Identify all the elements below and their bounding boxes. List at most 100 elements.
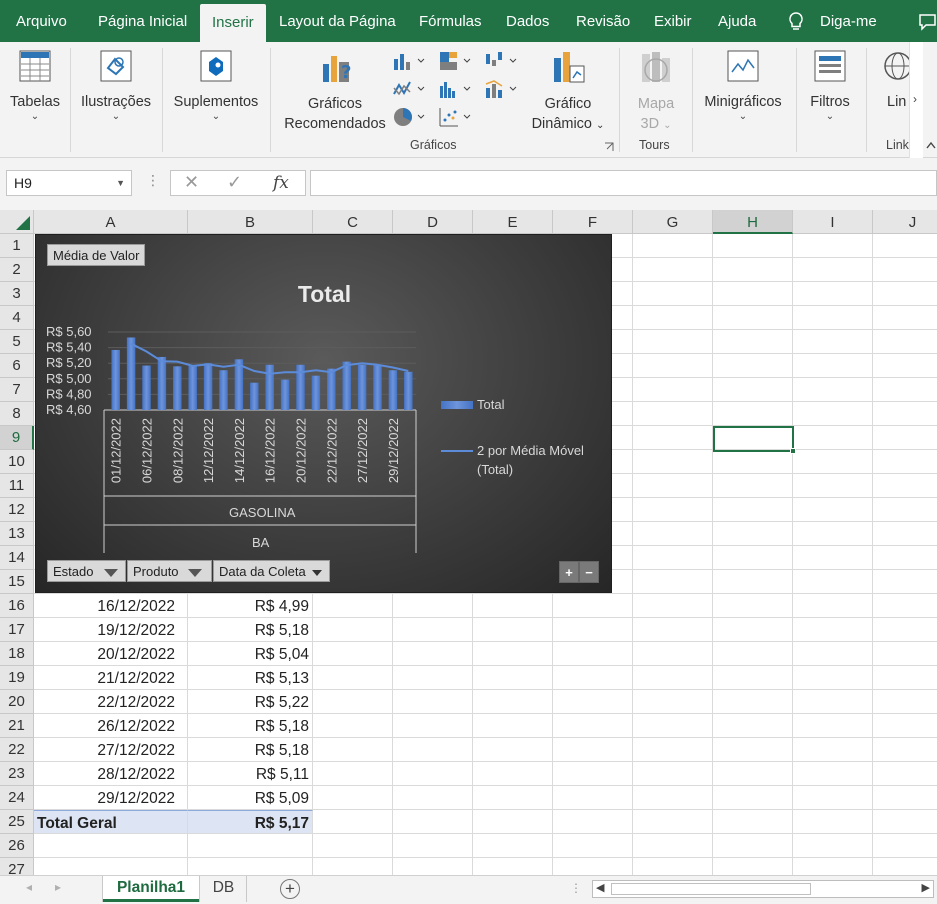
- row-header-1[interactable]: 1: [0, 234, 34, 258]
- row-header-23[interactable]: 23: [0, 762, 34, 786]
- horizontal-scrollbar[interactable]: ◀ ▶: [592, 880, 934, 898]
- row-header-27[interactable]: 27: [0, 858, 34, 875]
- tab-pagina-inicial[interactable]: Página Inicial: [98, 0, 187, 42]
- dialog-launcher-icon[interactable]: [604, 142, 614, 152]
- cell-value[interactable]: R$ 5,04: [188, 642, 313, 666]
- minigraficos-button[interactable]: Minigráficos ⌄: [700, 48, 786, 122]
- cell-date[interactable]: 27/12/2022: [34, 738, 188, 762]
- column-header-a[interactable]: A: [34, 210, 188, 234]
- total-label-cell[interactable]: Total Geral: [34, 810, 188, 834]
- cancel-icon[interactable]: ✕: [184, 172, 199, 193]
- ilustracoes-button[interactable]: Ilustrações ⌄: [78, 48, 154, 122]
- waterfall-chart-icon[interactable]: [484, 50, 518, 72]
- row-header-4[interactable]: 4: [0, 306, 34, 330]
- column-header-f[interactable]: F: [553, 210, 633, 234]
- column-header-e[interactable]: E: [473, 210, 553, 234]
- cell-value[interactable]: R$ 5,18: [188, 738, 313, 762]
- tell-me-search[interactable]: Diga-me: [820, 0, 877, 42]
- drag-handle-icon[interactable]: ⋮: [146, 172, 160, 189]
- hierarchy-chart-icon[interactable]: [438, 50, 472, 72]
- row-header-26[interactable]: 26: [0, 834, 34, 858]
- total-value-cell[interactable]: R$ 5,17: [188, 810, 313, 834]
- pie-chart-icon[interactable]: [392, 106, 426, 128]
- sheet-tab-db[interactable]: DB: [201, 876, 247, 902]
- column-header-c[interactable]: C: [313, 210, 393, 234]
- row-header-20[interactable]: 20: [0, 690, 34, 714]
- tab-exibir[interactable]: Exibir: [654, 0, 692, 42]
- cell-date[interactable]: 29/12/2022: [34, 786, 188, 810]
- graficos-recomendados-button[interactable]: ? Gráficos Recomendados: [280, 50, 390, 134]
- sheet-tab-planilha1[interactable]: Planilha1: [103, 876, 199, 902]
- row-header-14[interactable]: 14: [0, 546, 34, 570]
- column-header-b[interactable]: B: [188, 210, 313, 234]
- filter-estado-button[interactable]: Estado: [47, 560, 126, 582]
- collapse-ribbon-icon[interactable]: [926, 140, 937, 150]
- scroll-left-icon[interactable]: ◂: [26, 880, 32, 894]
- cell-value[interactable]: R$ 5,18: [188, 714, 313, 738]
- tab-formulas[interactable]: Fórmulas: [419, 0, 482, 42]
- cell-value[interactable]: R$ 5,11: [188, 762, 313, 786]
- mapa-3d-button[interactable]: Mapa 3D ⌄: [628, 50, 684, 136]
- name-box[interactable]: H9 ▼: [6, 170, 132, 196]
- row-header-17[interactable]: 17: [0, 618, 34, 642]
- cell-date[interactable]: 28/12/2022: [34, 762, 188, 786]
- line-chart-icon[interactable]: [392, 78, 426, 100]
- pivot-chart[interactable]: Média de Valor Total R$ 5,60 R$ 5,40 R$ 5,…: [35, 234, 612, 593]
- tab-inserir[interactable]: Inserir: [200, 4, 266, 42]
- column-chart-icon[interactable]: [392, 50, 426, 72]
- row-header-5[interactable]: 5: [0, 330, 34, 354]
- tab-layout-da-pagina[interactable]: Layout da Página: [279, 0, 396, 42]
- cell-date[interactable]: 20/12/2022: [34, 642, 188, 666]
- fill-handle[interactable]: [790, 448, 796, 454]
- comments-icon[interactable]: [918, 13, 937, 31]
- filtros-button[interactable]: Filtros ⌄: [804, 48, 856, 122]
- statistic-chart-icon[interactable]: [438, 78, 472, 100]
- row-header-10[interactable]: 10: [0, 450, 34, 474]
- row-header-21[interactable]: 21: [0, 714, 34, 738]
- row-header-24[interactable]: 24: [0, 786, 34, 810]
- column-header-h[interactable]: H: [713, 210, 793, 234]
- row-header-7[interactable]: 7: [0, 378, 34, 402]
- tab-dados[interactable]: Dados: [506, 0, 549, 42]
- select-all-corner[interactable]: [0, 210, 34, 234]
- active-cell-h9[interactable]: [713, 426, 796, 454]
- row-header-8[interactable]: 8: [0, 402, 34, 426]
- row-header-16[interactable]: 16: [0, 594, 34, 618]
- scrollbar-thumb[interactable]: [611, 883, 811, 895]
- check-icon[interactable]: ✓: [227, 172, 242, 193]
- column-header-j[interactable]: J: [873, 210, 937, 234]
- filter-data-coleta-button[interactable]: Data da Coleta: [213, 560, 330, 582]
- cell-date[interactable]: 16/12/2022: [34, 594, 188, 618]
- tab-revisao[interactable]: Revisão: [576, 0, 630, 42]
- cell-date[interactable]: 19/12/2022: [34, 618, 188, 642]
- row-header-3[interactable]: 3: [0, 282, 34, 306]
- row-header-15[interactable]: 15: [0, 570, 34, 594]
- row-header-6[interactable]: 6: [0, 354, 34, 378]
- combo-chart-icon[interactable]: [484, 78, 518, 100]
- grafico-dinamico-button[interactable]: Gráfico Dinâmico ⌄: [524, 50, 612, 136]
- row-header-2[interactable]: 2: [0, 258, 34, 282]
- row-header-18[interactable]: 18: [0, 642, 34, 666]
- column-header-i[interactable]: I: [793, 210, 873, 234]
- tab-ajuda[interactable]: Ajuda: [718, 0, 756, 42]
- column-header-d[interactable]: D: [393, 210, 473, 234]
- cell-date[interactable]: 21/12/2022: [34, 666, 188, 690]
- expand-field-button[interactable]: +: [559, 561, 579, 583]
- formula-input[interactable]: [310, 170, 937, 196]
- ribbon-scroll-right[interactable]: ›: [909, 42, 923, 158]
- row-header-12[interactable]: 12: [0, 498, 34, 522]
- row-header-11[interactable]: 11: [0, 474, 34, 498]
- split-handle-icon[interactable]: ⋮: [570, 881, 582, 895]
- row-header-22[interactable]: 22: [0, 738, 34, 762]
- collapse-field-button[interactable]: −: [579, 561, 599, 583]
- scroll-left-arrow-icon[interactable]: ◀: [596, 881, 604, 894]
- cell-date[interactable]: 26/12/2022: [34, 714, 188, 738]
- row-header-19[interactable]: 19: [0, 666, 34, 690]
- column-header-g[interactable]: G: [633, 210, 713, 234]
- row-header-13[interactable]: 13: [0, 522, 34, 546]
- add-sheet-button[interactable]: +: [280, 879, 300, 899]
- row-header-25[interactable]: 25: [0, 810, 34, 834]
- scroll-right-arrow-icon[interactable]: ▶: [922, 881, 930, 894]
- suplementos-button[interactable]: Suplementos ⌄: [170, 48, 262, 122]
- spreadsheet-grid[interactable]: ABCDEFGHIJ 1 2 3 4 5 6 7 8 9 10 11 12 13 14 15 16 17 18 19…: [0, 210, 937, 875]
